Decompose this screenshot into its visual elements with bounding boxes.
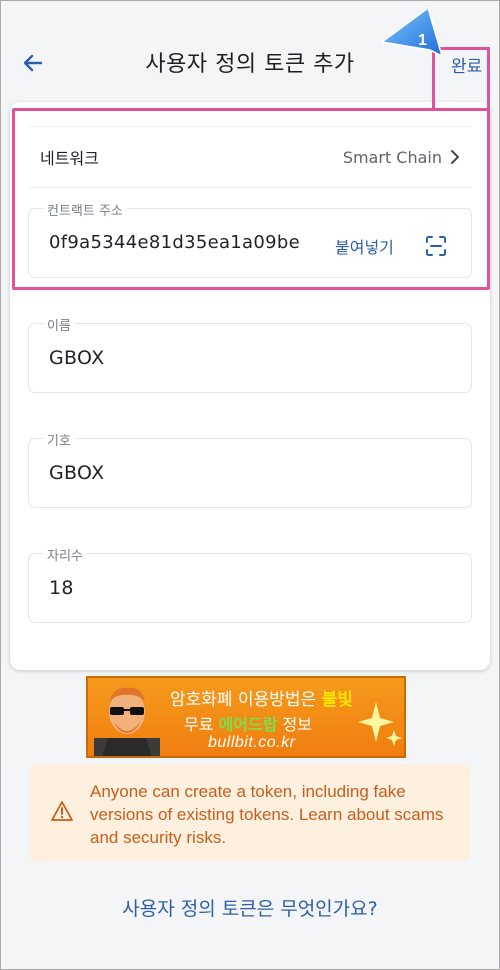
- paste-button[interactable]: 붙여넣기: [335, 234, 394, 258]
- symbol-field[interactable]: 기호 GBOX: [28, 430, 472, 508]
- token-form-card: 네트워크 Smart Chain 컨트랙트 주소 0f9a5344e81d35e…: [10, 102, 490, 670]
- network-selector[interactable]: 네트워크 Smart Chain: [28, 126, 472, 188]
- done-button[interactable]: 완료: [451, 52, 482, 77]
- decimals-field[interactable]: 자리수 18: [28, 545, 472, 623]
- highlight-connector-right: [487, 47, 490, 109]
- contract-address-label: 컨트랙트 주소: [43, 200, 127, 219]
- callout-arrow-icon: [380, 6, 444, 58]
- warning-triangle-icon: [51, 801, 73, 821]
- warning-box: Anyone can create a token, including fak…: [29, 764, 470, 862]
- banner-line2-suffix: 정보: [277, 715, 312, 734]
- banner-line1: 암호화폐 이용방법은 불빛: [170, 685, 353, 710]
- contract-address-value: 0f9a5344e81d35ea1a09be: [49, 232, 300, 253]
- sparkle-icon: [358, 702, 402, 746]
- decimals-value: 18: [49, 577, 74, 599]
- warning-text: Anyone can create a token, including fak…: [90, 782, 444, 847]
- banner-line2: 무료 에어드랍 정보: [184, 711, 312, 735]
- network-value-group: Smart Chain: [343, 148, 460, 167]
- callout-number: 1: [418, 32, 427, 49]
- name-field[interactable]: 이름 GBOX: [28, 315, 472, 393]
- banner-line2-highlight: 에어드랍: [218, 715, 278, 734]
- custom-token-help-link[interactable]: 사용자 정의 토큰은 무엇인가요?: [0, 894, 500, 921]
- symbol-value: GBOX: [49, 462, 105, 484]
- decimals-label: 자리수: [43, 545, 87, 564]
- contract-address-field[interactable]: 컨트랙트 주소 0f9a5344e81d35ea1a09be 붙여넣기: [28, 200, 472, 278]
- avatar-icon: [94, 687, 160, 756]
- name-value: GBOX: [49, 347, 105, 369]
- ad-banner[interactable]: 암호화폐 이용방법은 불빛 무료 에어드랍 정보 bullbit.co.kr: [86, 676, 406, 758]
- name-label: 이름: [43, 315, 75, 334]
- banner-line1-text: 암호화폐 이용방법은: [170, 690, 322, 710]
- banner-url: bullbit.co.kr: [208, 734, 296, 751]
- scan-qr-icon[interactable]: [425, 235, 447, 257]
- banner-line2-text: 무료: [184, 715, 219, 734]
- banner-line1-highlight: 불빛: [321, 690, 353, 710]
- network-label: 네트워크: [40, 149, 99, 168]
- symbol-label: 기호: [43, 430, 75, 449]
- network-value: Smart Chain: [342, 147, 442, 167]
- chevron-right-icon: [451, 150, 459, 164]
